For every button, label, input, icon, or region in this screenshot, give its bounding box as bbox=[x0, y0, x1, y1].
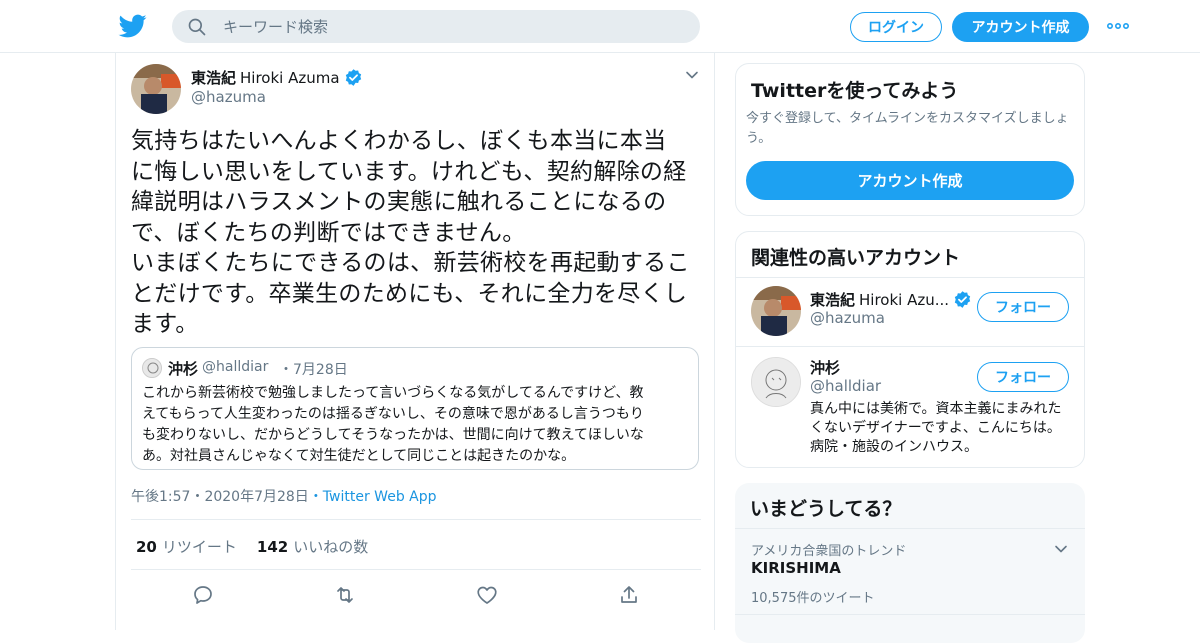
retweet-label: リツイート bbox=[161, 538, 237, 556]
retweet-icon[interactable] bbox=[333, 583, 357, 607]
chevron-down-icon[interactable] bbox=[1053, 541, 1069, 557]
divider bbox=[131, 519, 701, 520]
twitter-logo-icon[interactable] bbox=[118, 12, 148, 40]
promo-signup-button[interactable]: アカウント作成 bbox=[746, 161, 1074, 200]
account-name-jp: 東浩紀 bbox=[810, 291, 856, 309]
retweet-count-link[interactable]: 20 リツイート bbox=[136, 536, 237, 557]
tweet-metadata: 午後1:57・2020年7月28日・Twitter Web App bbox=[131, 486, 437, 506]
account-avatar[interactable] bbox=[751, 286, 801, 336]
reply-icon[interactable] bbox=[191, 583, 215, 607]
author-name-jp: 東浩紀 bbox=[191, 69, 237, 87]
account-name[interactable]: 東浩紀 Hiroki Azu... bbox=[810, 289, 972, 310]
verified-badge-icon bbox=[954, 291, 971, 308]
like-count-link[interactable]: 142 いいねの数 bbox=[257, 536, 368, 557]
divider bbox=[735, 528, 1085, 529]
divider bbox=[736, 277, 1084, 278]
account-name-jp: 沖杉 bbox=[810, 359, 841, 377]
search-input[interactable] bbox=[223, 17, 663, 36]
divider bbox=[131, 569, 701, 570]
tweet-detail: 東浩紀 Hiroki Azuma @hazuma 気持ちはたいへんよくわかるし、… bbox=[115, 53, 715, 630]
like-count: 142 bbox=[256, 538, 289, 556]
avatar-sketch-icon bbox=[143, 359, 161, 377]
more-options-icon[interactable] bbox=[1106, 18, 1130, 34]
tweet-actions bbox=[191, 583, 641, 607]
account-name-en: Hiroki Azu... bbox=[859, 290, 950, 309]
share-icon[interactable] bbox=[617, 583, 641, 607]
tweet-date[interactable]: ・2020年7月28日 bbox=[190, 489, 308, 505]
account-avatar[interactable] bbox=[751, 357, 801, 407]
avatar-photo-icon bbox=[131, 64, 181, 114]
signup-button[interactable]: アカウント作成 bbox=[952, 12, 1089, 42]
tweet-text: 気持ちはたいへんよくわかるし、ぼくも本当に本当 に悔しい思いをしています。けれど… bbox=[131, 128, 690, 337]
promo-title: Twitterを使ってみよう bbox=[751, 80, 959, 102]
top-header: ログイン アカウント作成 bbox=[0, 0, 1200, 53]
tweet-source-link[interactable]: ・Twitter Web App bbox=[309, 489, 437, 505]
follow-button[interactable]: フォロー bbox=[977, 292, 1069, 322]
quoted-date: ・7月28日 bbox=[279, 362, 348, 378]
account-handle[interactable]: @hazuma bbox=[810, 309, 885, 327]
tweet-time[interactable]: 午後1:57 bbox=[131, 489, 190, 505]
trends-card: いまどうしてる？ アメリカ合衆国のトレンド KIRISHIMA 10,575件の… bbox=[735, 483, 1085, 643]
trend-context: アメリカ合衆国のトレンド bbox=[751, 544, 907, 559]
divider bbox=[736, 346, 1084, 347]
tweet-stats: 20 リツイート 142 いいねの数 bbox=[136, 536, 368, 557]
quoted-author-handle: @halldiar bbox=[202, 359, 269, 375]
login-button[interactable]: ログイン bbox=[850, 12, 942, 42]
divider bbox=[735, 614, 1085, 615]
trend-count: 10,575件のツイート bbox=[751, 591, 875, 606]
account-name[interactable]: 沖杉 bbox=[810, 357, 840, 378]
account-handle[interactable]: @halldiar bbox=[810, 377, 881, 395]
promo-description: 今すぐ登録して、タイムラインをカスタマイズしましょう。 bbox=[746, 111, 1069, 146]
follow-button[interactable]: フォロー bbox=[977, 362, 1069, 392]
like-label: いいねの数 bbox=[293, 538, 369, 556]
verified-badge-icon bbox=[345, 69, 361, 86]
related-accounts-title: 関連性の高いアカウント bbox=[751, 247, 961, 269]
author-avatar[interactable] bbox=[131, 64, 181, 114]
quoted-tweet[interactable]: 沖杉 @halldiar ・7月28日 これから新芸術校で勉強しましたって言いづ… bbox=[131, 347, 699, 470]
author-handle[interactable]: @hazuma bbox=[191, 88, 266, 106]
avatar-sketch-icon bbox=[752, 358, 800, 406]
trend-name: KIRISHIMA bbox=[751, 559, 841, 577]
related-accounts-card: 関連性の高いアカウント 東浩紀 Hiroki Azu... @hazuma フォ… bbox=[735, 231, 1085, 468]
avatar-photo-icon bbox=[751, 286, 801, 336]
like-heart-icon[interactable] bbox=[475, 583, 499, 607]
author-name[interactable]: 東浩紀 Hiroki Azuma bbox=[191, 67, 363, 88]
quoted-text: これから新芸術校で勉強しましたって言いづらくなる気がしてるんですけど、教 えても… bbox=[142, 385, 644, 464]
retweet-count: 20 bbox=[136, 538, 157, 556]
search-icon bbox=[188, 18, 206, 35]
trends-title: いまどうしてる？ bbox=[750, 498, 902, 520]
account-bio: 真ん中には美術で。資本主義にまみれたくないデザイナーですよ、こんにちは。病院・施… bbox=[810, 401, 1062, 455]
search-bar[interactable] bbox=[172, 10, 700, 43]
quoted-author-name: 沖杉 bbox=[168, 360, 199, 378]
signup-promo-card: Twitterを使ってみよう 今すぐ登録して、タイムラインをカスタマイズしましょ… bbox=[735, 63, 1085, 216]
author-name-en: Hiroki Azuma bbox=[240, 68, 340, 87]
chevron-down-icon[interactable] bbox=[684, 67, 700, 83]
quoted-author-avatar bbox=[142, 358, 162, 378]
